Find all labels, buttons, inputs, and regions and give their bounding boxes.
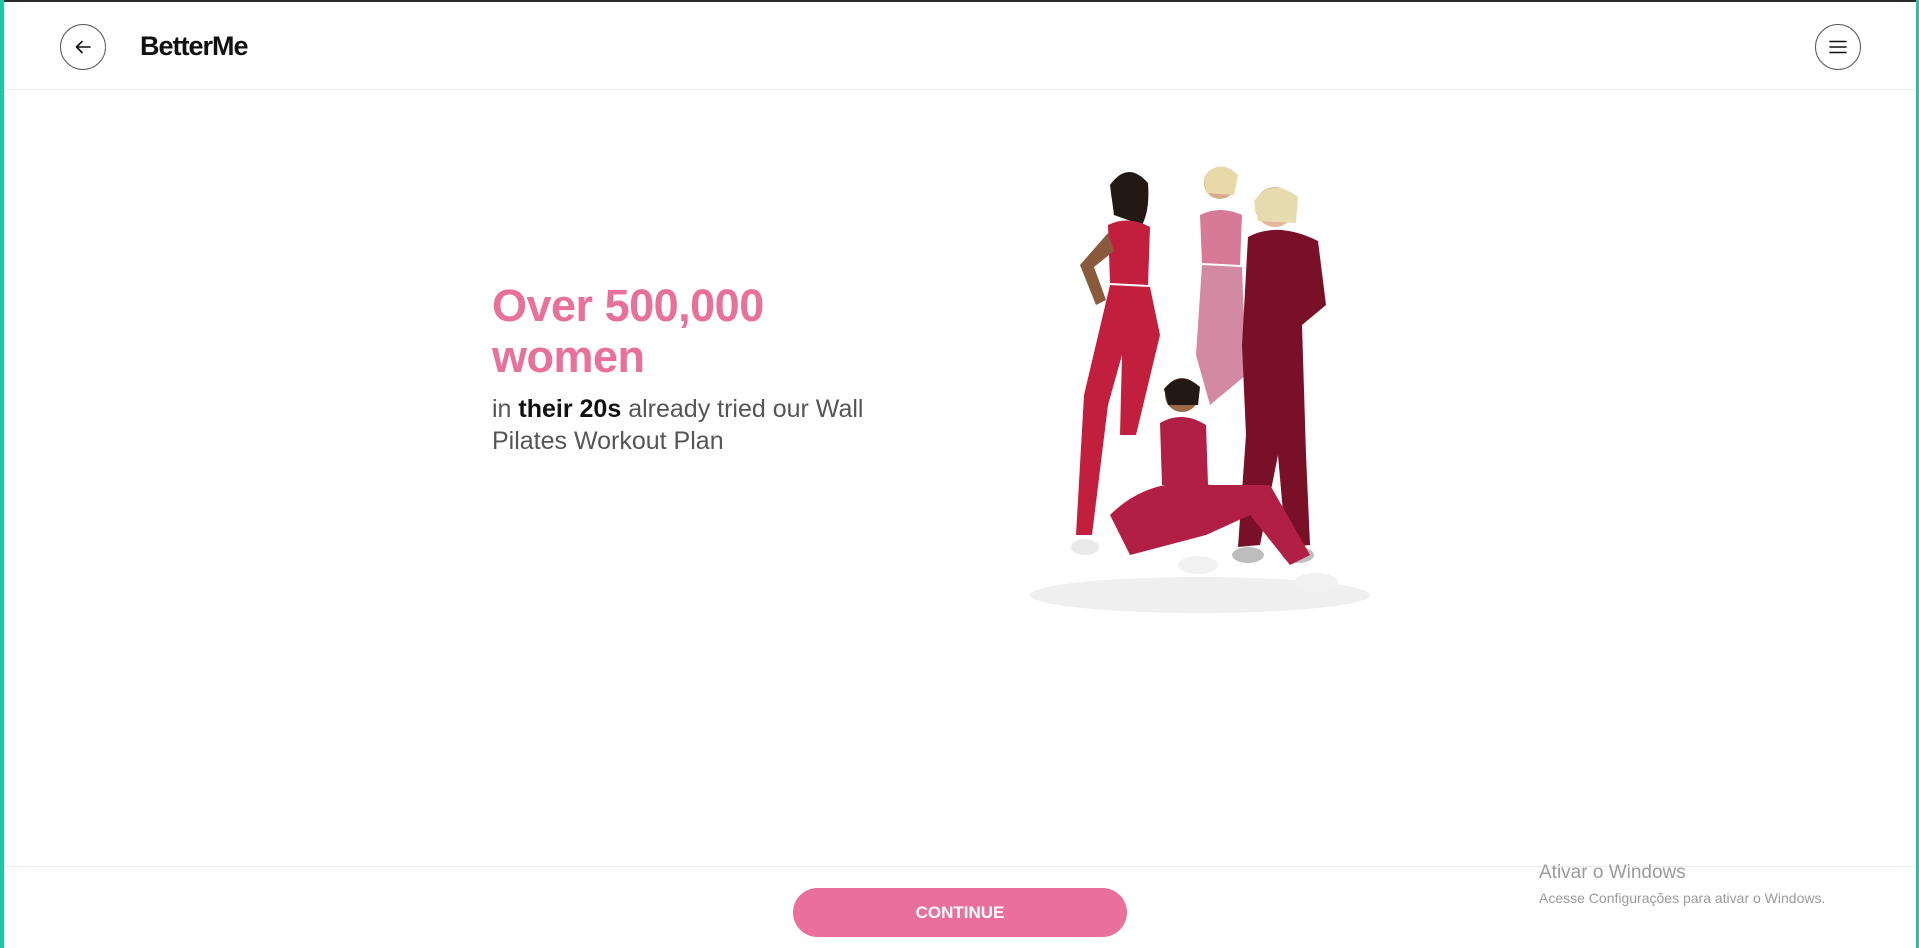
watermark-title: Ativar o Windows xyxy=(1539,862,1686,883)
woman-middle-figure xyxy=(1196,166,1246,405)
women-group-photo xyxy=(1030,166,1370,613)
subheadline-emphasis: their 20s xyxy=(518,395,622,423)
subheadline-prefix: in xyxy=(492,395,519,423)
menu-button[interactable] xyxy=(1815,24,1861,70)
back-button[interactable] xyxy=(60,24,106,70)
top-bar: BetterMe xyxy=(4,2,1916,90)
window-left-border xyxy=(0,0,4,948)
watermark-subtitle: Acesse Configurações para ativar o Windo… xyxy=(1539,890,1826,906)
arrow-left-icon xyxy=(75,40,91,54)
headline: Over 500,000 women xyxy=(492,280,764,382)
windows-activation-watermark: Ativar o Windows Acesse Configurações pa… xyxy=(1539,862,1825,906)
subheadline: in their 20s already tried our Wall Pila… xyxy=(492,393,912,457)
hamburger-menu-icon xyxy=(1829,40,1847,54)
continue-button[interactable]: CONTINUE xyxy=(793,888,1127,937)
brand-logo[interactable]: BetterMe xyxy=(140,31,249,62)
